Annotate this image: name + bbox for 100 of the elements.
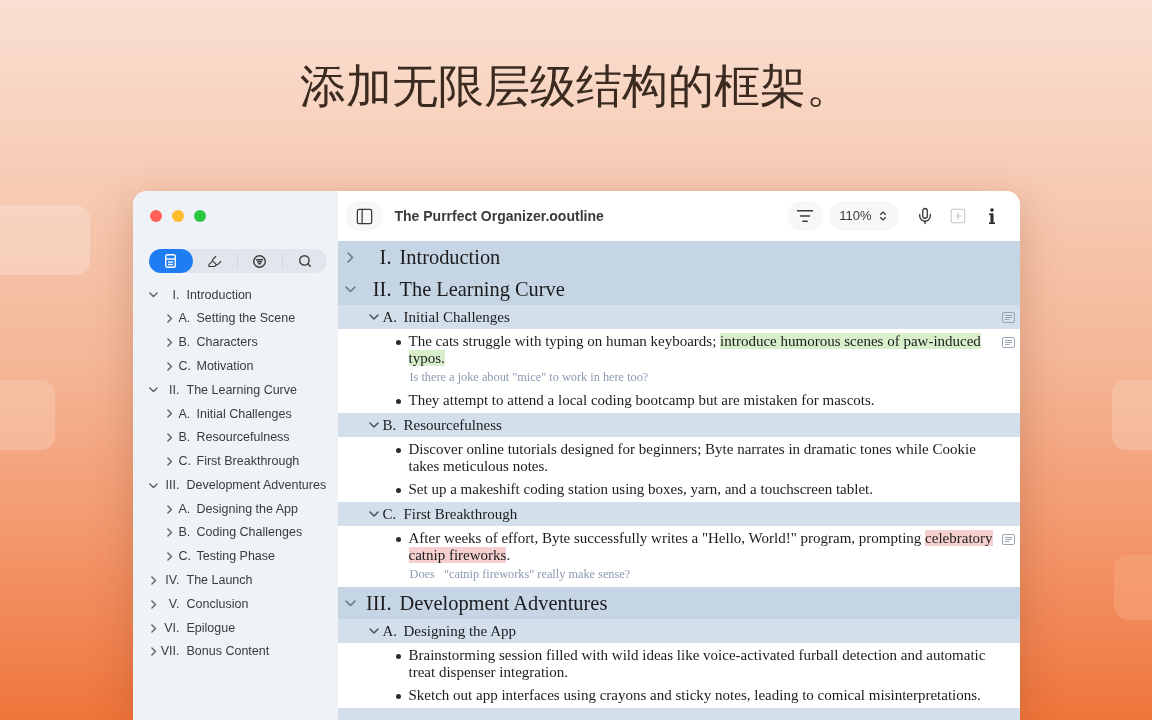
bullet-icon [395, 340, 401, 345]
item-number: B. [178, 524, 192, 542]
item-text: Brainstorming session filled with wild ideas like voice-activated furball detection and automatic treat dispenser integration. [408, 647, 987, 681]
sidebar-item[interactable]: Conclusion [186, 594, 249, 614]
item-number: IV. [164, 572, 180, 590]
chevron-right-icon[interactable] [166, 528, 173, 538]
sidebar-item[interactable]: Initial Challenges [196, 404, 292, 424]
sidebar-item[interactable]: Motivation [196, 356, 254, 376]
bullet-icon [395, 488, 401, 493]
item-number: C. [178, 453, 192, 471]
chevron-down-icon[interactable] [149, 387, 158, 393]
item-text: Sketch out app interfaces using crayons and sticky notes, leading to comical misinterpretations. [408, 687, 981, 704]
item-note: Is there a joke about "mice" to work in here too? [409, 369, 649, 386]
item-number: B. [178, 334, 192, 352]
sidebar-item[interactable]: Introduction [186, 285, 252, 305]
subsection-title[interactable]: Designing the App [403, 619, 516, 643]
chevron-right-icon[interactable] [166, 409, 173, 419]
filter-button[interactable] [787, 201, 824, 231]
section-title[interactable]: Development Adventures [399, 587, 608, 619]
sidebar-icon [355, 206, 374, 226]
section-number: II. [371, 276, 392, 302]
chevron-right-icon[interactable] [166, 504, 173, 514]
subsection-number: B. [382, 415, 398, 435]
plus-square-icon [948, 207, 967, 225]
item-number: C. [178, 357, 192, 375]
chevron-down-icon[interactable] [149, 292, 158, 298]
zoom-control[interactable]: 110% [829, 201, 899, 231]
item-text: After weeks of effort, Byte successfully writes a "Hello, World!" program, prompting celebratory catnip fireworks. [408, 530, 994, 564]
section-title[interactable]: Introduction [399, 241, 501, 273]
sidebar-item[interactable]: First Breakthrough [196, 452, 300, 471]
sidebar-item[interactable]: Coding Challenges [196, 523, 303, 543]
sidebar-toggle-button[interactable] [345, 201, 384, 231]
item-number: B. [178, 429, 192, 447]
item-text: Discover online tutorials designed for beginners; Byte narrates in dramatic tones while Cookie takes meticulous notes. [408, 441, 977, 475]
chevron-right-icon[interactable] [150, 599, 157, 609]
item-note: Does "catnip fireworks" really make sense? [409, 566, 631, 583]
sidebar-item[interactable]: Bonus Content [186, 642, 270, 662]
sidebar-item[interactable]: Testing Phase [196, 547, 276, 567]
item-number: C. [178, 548, 192, 566]
item-number: II. [168, 381, 180, 399]
subsection-title[interactable]: Resourcefulness [403, 413, 502, 437]
item-number: A. [178, 310, 192, 328]
section-number: I. [378, 244, 392, 270]
sidebar-item[interactable]: Development Adventures [186, 475, 327, 495]
item-number: I. [171, 286, 180, 304]
chevron-down-icon[interactable] [368, 314, 379, 320]
window-title: The Purrfect Organizer.ooutline [394, 206, 604, 226]
chevron-right-icon[interactable] [150, 575, 157, 585]
headline: 添加无限层级结构的框架。 [300, 58, 852, 114]
item-number: A. [178, 405, 192, 423]
chevron-right-icon[interactable] [150, 647, 157, 657]
search-icon [297, 254, 312, 268]
document-icon [165, 254, 176, 268]
item-number: VII. [159, 643, 180, 661]
chevron-right-icon[interactable] [150, 623, 157, 633]
chevron-right-icon[interactable] [166, 552, 173, 562]
item-text: The cats struggle with typing on human keyboards; introduce humorous scenes of paw-induced typos. [408, 333, 982, 367]
sidebar-item[interactable]: Designing the App [196, 499, 298, 519]
bullet-icon [395, 448, 401, 453]
close-window-button[interactable] [149, 210, 162, 222]
sidebar-tab[interactable] [148, 249, 193, 273]
section-title[interactable]: The Learning Curve [399, 273, 565, 305]
sidebar-item[interactable]: The Learning Curve [186, 380, 297, 400]
subsection-number: A. [382, 621, 399, 641]
highlighter-icon [207, 253, 222, 269]
bullet-icon [395, 399, 401, 404]
chevron-right-icon[interactable] [347, 251, 354, 263]
chevron-right-icon[interactable] [166, 456, 173, 466]
chevron-right-icon[interactable] [166, 361, 173, 371]
subsection-title[interactable]: First Breakthrough [403, 502, 518, 526]
sidebar-item[interactable]: Characters [196, 333, 258, 352]
chevron-down-icon[interactable] [345, 285, 356, 293]
sidebar-item[interactable]: Epilogue [186, 618, 236, 638]
chevron-down-icon[interactable] [368, 511, 379, 517]
sidebar-item[interactable]: Resourcefulness [196, 428, 290, 448]
chevron-down-icon[interactable] [368, 422, 379, 428]
chevron-down-icon[interactable] [368, 628, 379, 634]
bullet-icon [395, 654, 401, 659]
item-number: A. [178, 500, 192, 518]
chevron-right-icon[interactable] [166, 314, 173, 324]
item-number: V. [167, 595, 180, 613]
sidebar-item[interactable]: Setting the Scene [196, 309, 296, 329]
chevron-right-icon[interactable] [166, 338, 173, 347]
filter-icon [253, 254, 266, 268]
item-number: VI. [163, 619, 180, 637]
background-tile [0, 380, 55, 450]
subsection-number: A. [382, 307, 399, 327]
bullet-icon [395, 694, 401, 699]
sidebar-item[interactable]: The Launch [186, 571, 253, 590]
subsection-number: C. [382, 504, 398, 524]
item-number: III. [164, 476, 180, 494]
chevron-down-icon[interactable] [149, 482, 158, 488]
chevron-right-icon[interactable] [166, 433, 173, 443]
subsection-title[interactable]: Initial Challenges [403, 305, 510, 329]
chevron-down-icon[interactable] [345, 599, 356, 607]
item-text: Set up a makeshift coding station using boxes, yarn, and a touchscreen tablet. [408, 481, 873, 498]
bullet-icon [395, 537, 401, 542]
section-number: III. [365, 590, 392, 616]
info-icon [988, 208, 995, 224]
item-text: They attempt to attend a local coding bootcamp but are mistaken for mascots. [408, 392, 875, 409]
